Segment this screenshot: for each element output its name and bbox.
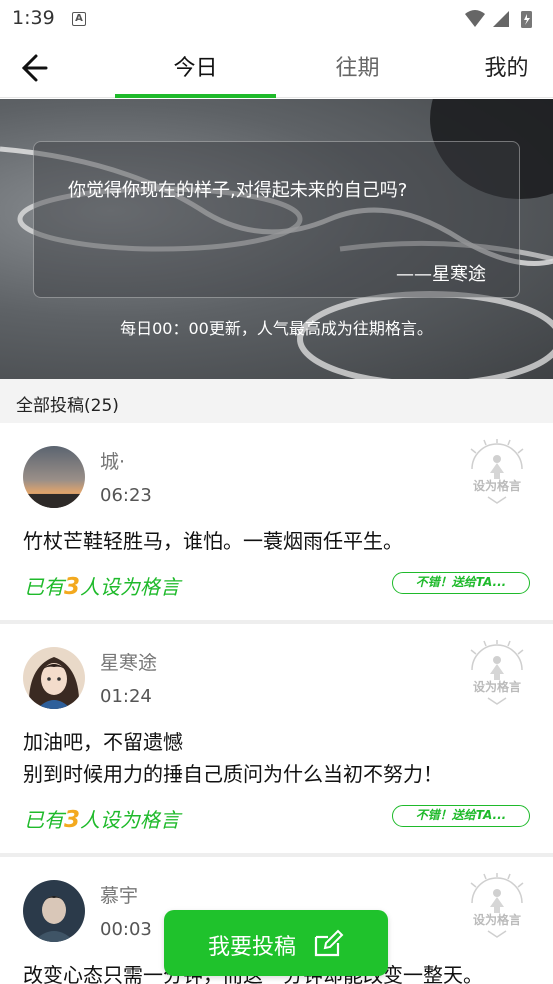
submit-post-button[interactable]: 我要投稿 [164,910,388,976]
post-time: 00:03 [100,919,152,940]
motto-count-suffix: 人设为格言 [80,808,181,832]
active-tab-indicator [115,94,276,98]
submit-label: 我要投稿 [208,935,297,960]
tab-past[interactable]: 往期 [290,50,425,82]
motto-count-prefix: 已有 [24,808,64,832]
avatar[interactable] [23,880,85,942]
author-name[interactable]: 星寒途 [100,648,157,675]
post-line: 别到时候用力的捶自己质问为什么当初不努力！ [23,762,443,786]
post-content: 加油吧，不留遗憾 别到时候用力的捶自己质问为什么当初不努力！ [23,726,443,790]
back-arrow-icon[interactable] [16,48,56,88]
tab-mine[interactable]: 我的 [460,50,553,82]
submissions-header: 全部投稿(25) [0,379,553,423]
motto-count-number: 3 [64,807,81,833]
send-to-ta-button[interactable]: 不错！送给TA... [392,805,530,827]
author-name[interactable]: 慕宇 [100,881,138,908]
stamp-label: 设为格言 [473,679,521,694]
set-as-motto-stamp-icon[interactable]: 设为格言 [466,873,528,939]
motto-count-suffix: 人设为格言 [80,575,181,599]
post-line: 加油吧，不留遗憾 [23,730,183,754]
post-content: 竹杖芒鞋轻胜马，谁怕。一蓑烟雨任平生。 [23,525,403,557]
motto-count-prefix: 已有 [24,575,64,599]
motto-count: 已有3人设为格言 [24,804,180,833]
update-note: 每日00：00更新，人气最高成为往期格言。 [120,319,433,338]
motto-count: 已有3人设为格言 [24,571,180,600]
set-as-motto-stamp-icon[interactable]: 设为格言 [466,640,528,706]
avatar[interactable] [23,647,85,709]
set-as-motto-stamp-icon[interactable]: 设为格言 [466,439,528,505]
wifi-icon [465,10,485,27]
quote-author: ——星寒途 [396,264,486,285]
author-name[interactable]: 城· [100,447,125,474]
notification-icon: A [72,12,86,26]
post-card: 星寒途 01:24 设为格言 加油吧，不留遗憾 别到时候用力的捶自己质问为什么当… [0,624,553,857]
daily-quote-banner: 你觉得你现在的样子,对得起未来的自己吗? ——星寒途 每日00：00更新，人气最… [0,99,553,379]
stamp-label: 设为格言 [473,478,521,493]
send-to-ta-button[interactable]: 不错！送给TA... [392,572,530,594]
edit-icon [314,929,344,957]
status-icons [465,10,532,28]
status-time: 1:39 [12,7,55,29]
signal-icon [493,11,509,27]
top-nav: 今日 往期 我的 [0,38,553,98]
post-time: 06:23 [100,485,152,506]
post-card: 城· 06:23 设为格言 竹杖芒鞋轻胜马，谁怕。一蓑烟雨任平生。 已有3人设为… [0,423,553,624]
avatar[interactable] [23,446,85,508]
post-line: 竹杖芒鞋轻胜马，谁怕。一蓑烟雨任平生。 [23,529,403,553]
quote-text: 你觉得你现在的样子,对得起未来的自己吗? [68,180,408,201]
tab-today[interactable]: 今日 [115,50,276,82]
quote-card: 你觉得你现在的样子,对得起未来的自己吗? ——星寒途 [33,141,520,298]
submissions-title: 全部投稿(25) [16,396,119,416]
status-bar: 1:39 A [0,0,553,38]
post-time: 01:24 [100,686,152,707]
motto-count-number: 3 [64,574,81,600]
stamp-label: 设为格言 [473,912,521,927]
